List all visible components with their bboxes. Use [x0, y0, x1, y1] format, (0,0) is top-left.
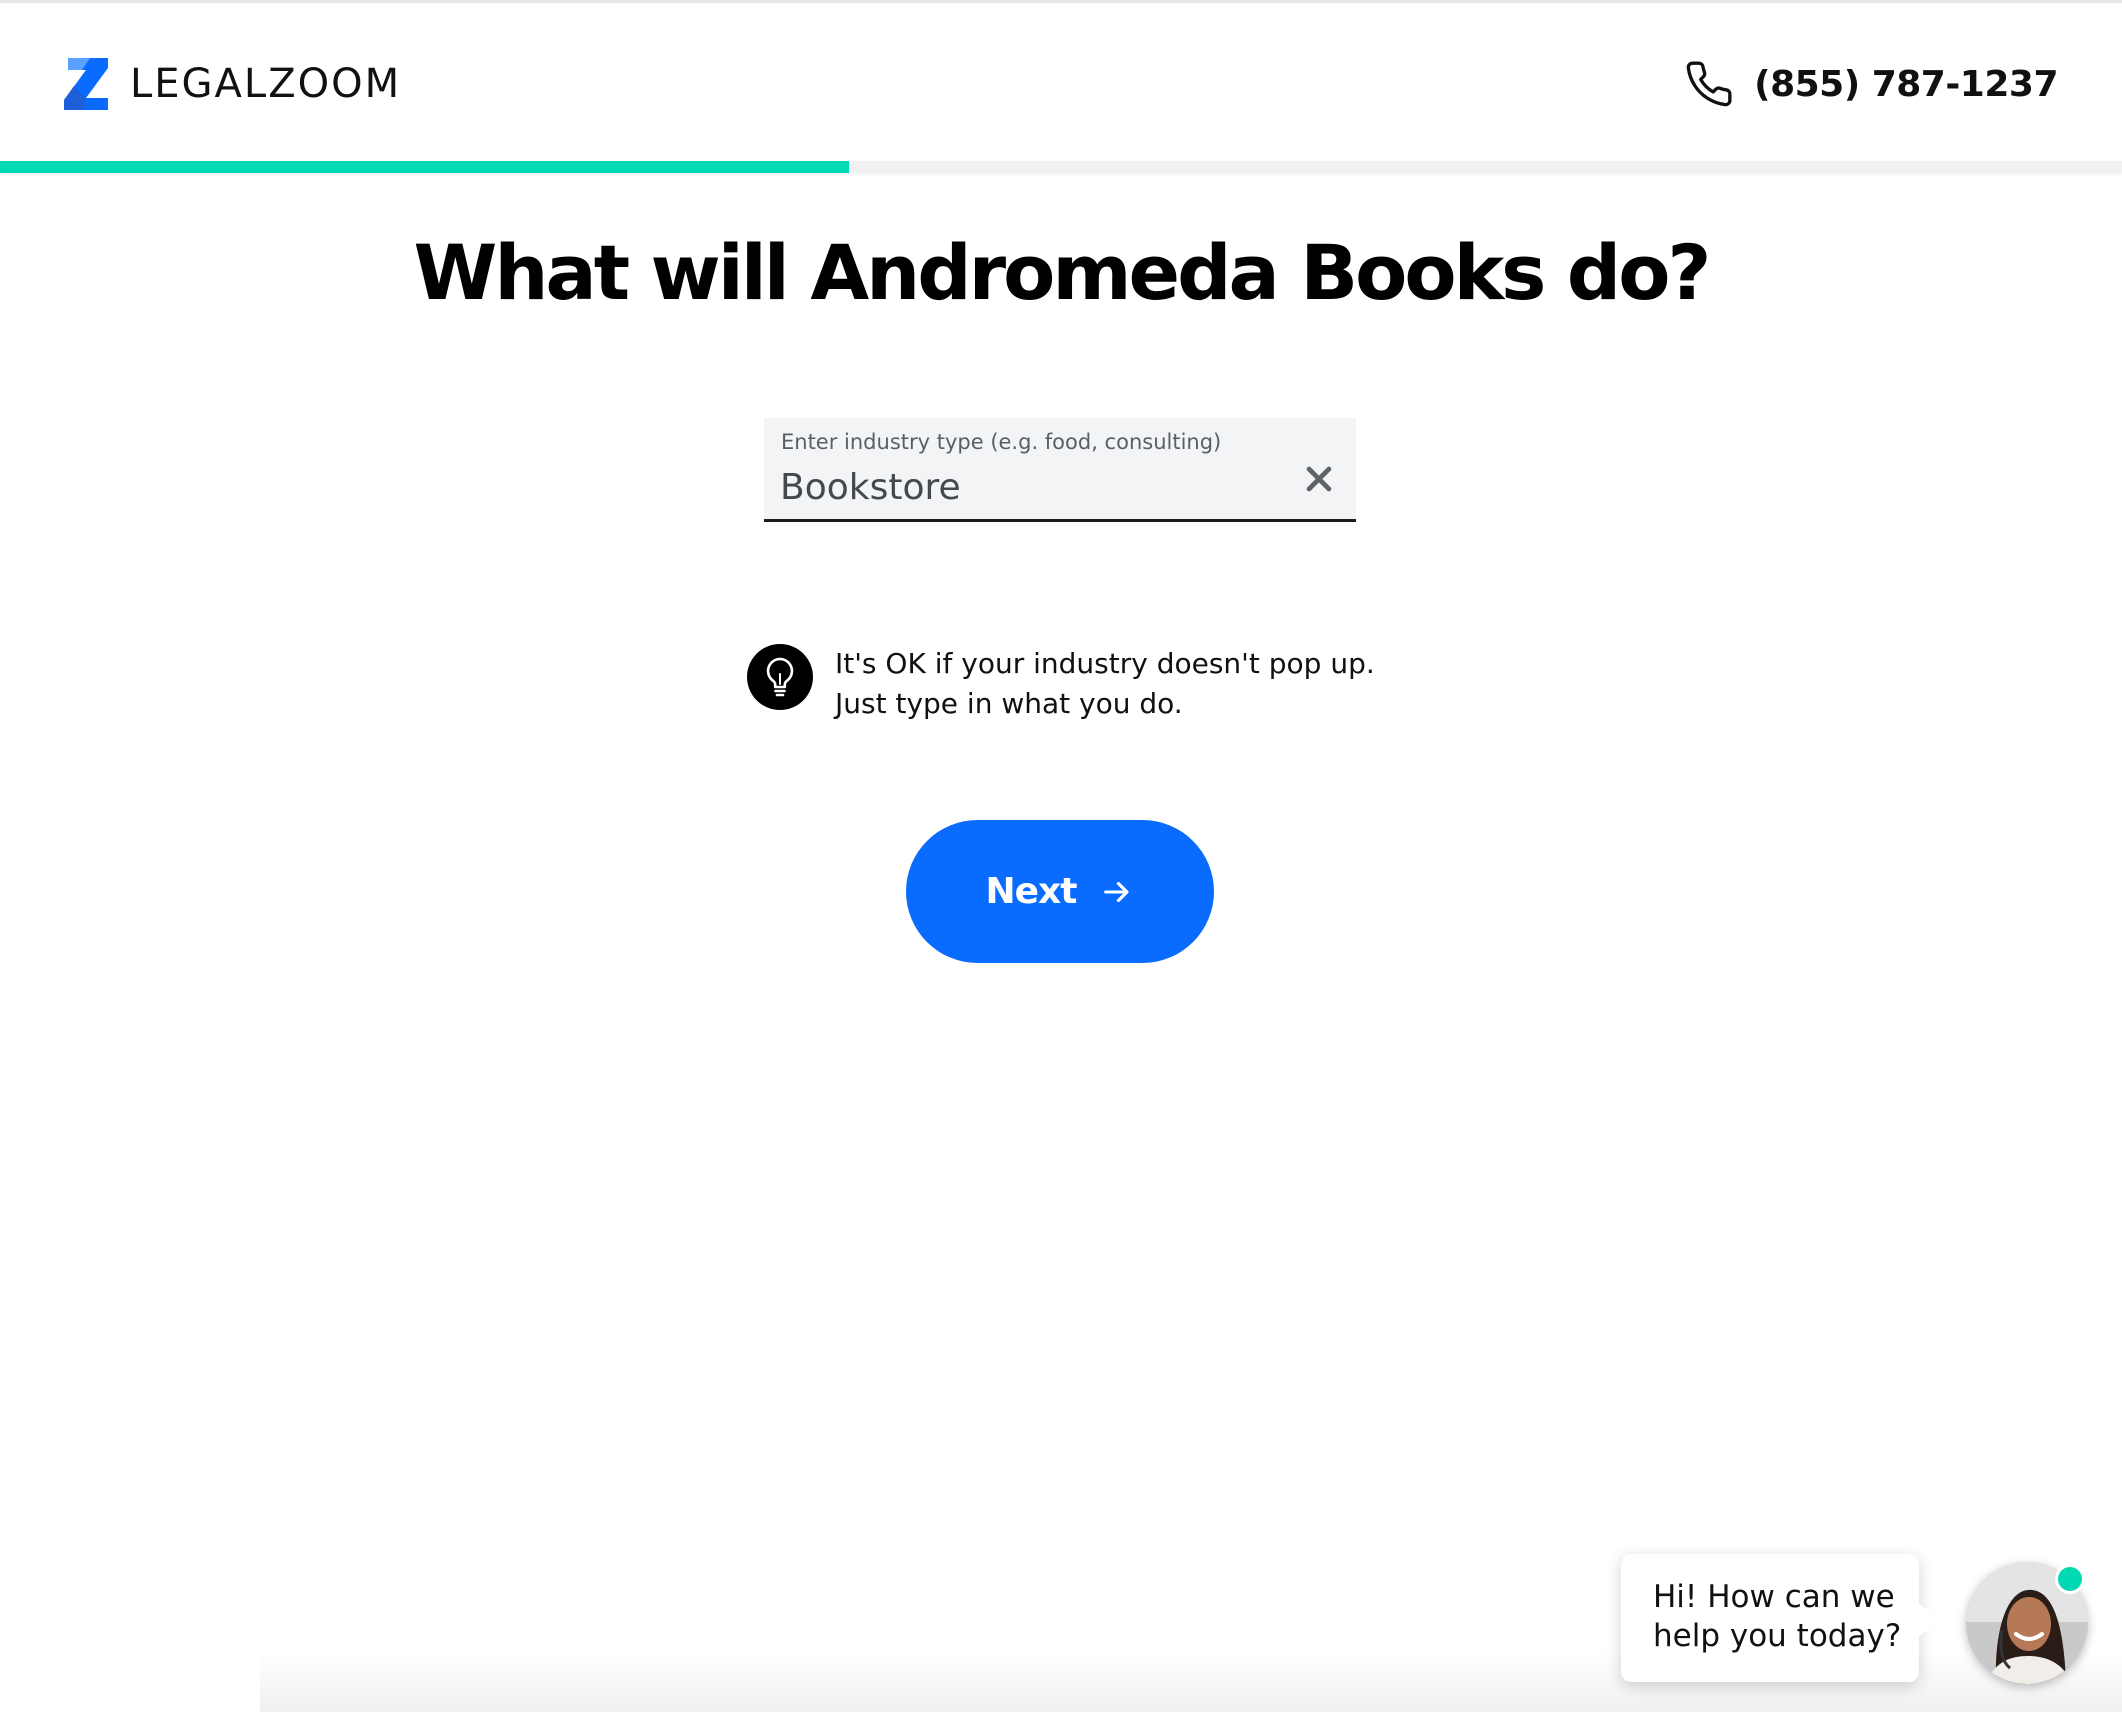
industry-field-label: Enter industry type (e.g. food, consulti… — [781, 430, 1222, 454]
arrow-right-icon — [1104, 881, 1129, 902]
clear-icon[interactable] — [1302, 462, 1336, 496]
progress-fill — [0, 161, 849, 173]
industry-tip: It's OK if your industry doesn't pop up.… — [747, 644, 1387, 724]
brand-name: LEGALZOOM — [130, 61, 402, 107]
online-status-dot — [2055, 1564, 2085, 1594]
industry-input[interactable] — [780, 464, 1280, 510]
progress-bar — [0, 161, 2122, 173]
legalzoom-logo-icon — [64, 58, 108, 110]
phone-number[interactable]: (855) 787-1237 — [1754, 64, 2058, 105]
tip-text: It's OK if your industry doesn't pop up.… — [835, 644, 1375, 724]
chat-greeting-line-1: Hi! How can we — [1653, 1579, 1895, 1615]
chat-greeting-bubble[interactable]: Hi! How can we help you today? — [1621, 1554, 1941, 1682]
chat-greeting-line-2: help you today? — [1653, 1618, 1902, 1654]
lightbulb-icon — [747, 644, 813, 710]
tip-line-2: Just type in what you do. — [835, 687, 1183, 720]
phone-contact[interactable]: (855) 787-1237 — [1684, 57, 2058, 111]
next-button-label: Next — [985, 871, 1078, 912]
industry-field[interactable]: Enter industry type (e.g. food, consulti… — [764, 418, 1356, 522]
next-button[interactable]: Next — [906, 820, 1214, 963]
tip-line-1: It's OK if your industry doesn't pop up. — [835, 647, 1375, 680]
page-title: What will Andromeda Books do? — [413, 228, 1711, 317]
site-header: LEGALZOOM (855) 787-1237 — [0, 3, 2122, 163]
chat-greeting-text: Hi! How can we help you today? — [1653, 1578, 1903, 1656]
phone-icon — [1686, 61, 1732, 107]
legalzoom-logo[interactable]: LEGALZOOM — [64, 56, 401, 112]
